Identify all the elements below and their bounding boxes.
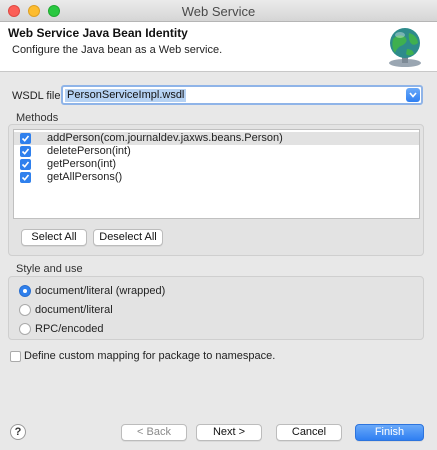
methods-group: addPerson(com.journaldev.jaxws.beans.Per… [8, 124, 424, 256]
method-label: getPerson(int) [47, 158, 117, 170]
method-label: deletePerson(int) [47, 145, 131, 157]
radio-button[interactable] [19, 323, 31, 335]
style-and-use-group: document/literal (wrapped) document/lite… [8, 276, 424, 340]
finish-button[interactable]: Finish [355, 424, 424, 441]
next-button[interactable]: Next > [196, 424, 262, 441]
deselect-all-button[interactable]: Deselect All [93, 229, 163, 246]
methods-group-label: Methods [16, 112, 59, 124]
wizard-header: Web Service Java Bean Identity Configure… [0, 22, 437, 72]
method-label: getAllPersons() [47, 171, 123, 183]
cancel-button[interactable]: Cancel [276, 424, 342, 441]
wsdl-file-value: PersonServiceImpl.wsdl [65, 89, 187, 102]
page-description: Configure the Java bean as a Web service… [12, 44, 223, 56]
style-group-label: Style and use [16, 263, 83, 275]
back-button[interactable]: < Back [121, 424, 187, 441]
help-icon[interactable]: ? [10, 424, 26, 440]
window-title: Web Service [181, 4, 256, 19]
web-service-globe-icon [389, 28, 421, 67]
select-all-button[interactable]: Select All [21, 229, 87, 246]
radio-label: RPC/encoded [35, 323, 104, 335]
radio-button[interactable] [19, 285, 31, 297]
radio-button[interactable] [19, 304, 31, 316]
method-row[interactable]: deletePerson(int) [14, 145, 419, 158]
methods-list[interactable]: addPerson(com.journaldev.jaxws.beans.Per… [13, 129, 420, 219]
method-row[interactable]: getAllPersons() [14, 171, 419, 184]
custom-mapping-label: Define custom mapping for package to nam… [24, 350, 276, 362]
chevron-down-icon[interactable] [406, 88, 420, 102]
method-row[interactable]: getPerson(int) [14, 158, 419, 171]
page-title: Web Service Java Bean Identity [8, 26, 188, 40]
wsdl-file-combo[interactable]: PersonServiceImpl.wsdl [61, 85, 423, 105]
custom-mapping-checkbox[interactable] [10, 351, 21, 362]
method-checkbox[interactable] [20, 146, 31, 157]
wsdl-file-label: WSDL file: [12, 90, 64, 102]
radio-label: document/literal (wrapped) [35, 285, 166, 297]
method-checkbox[interactable] [20, 159, 31, 170]
method-label: addPerson(com.journaldev.jaxws.beans.Per… [47, 132, 283, 144]
method-checkbox[interactable] [20, 172, 31, 183]
title-bar: Web Service [0, 0, 437, 22]
radio-label: document/literal [35, 304, 113, 316]
method-row[interactable]: addPerson(com.journaldev.jaxws.beans.Per… [14, 132, 419, 145]
method-checkbox[interactable] [20, 133, 31, 144]
